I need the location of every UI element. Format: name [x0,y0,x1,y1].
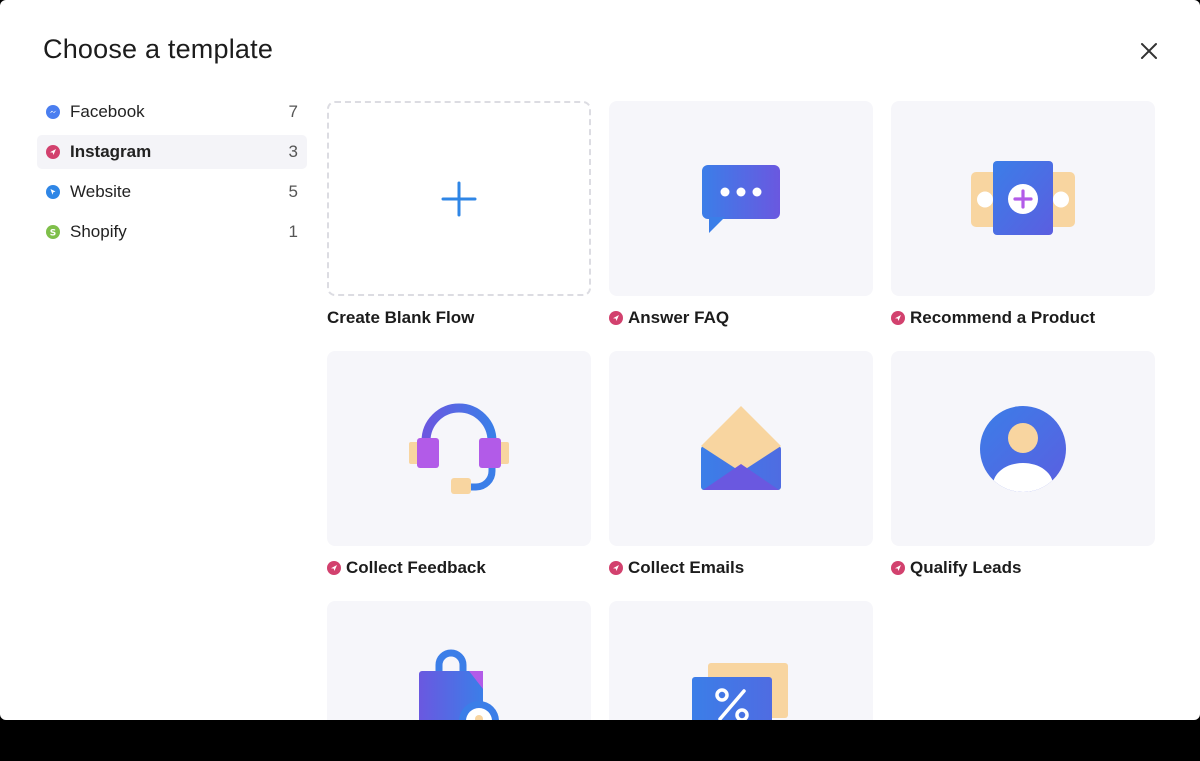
sidebar-item-count: 1 [288,222,298,241]
close-button[interactable] [1136,38,1162,64]
template-thumbnail [891,101,1155,296]
sidebar-item-shopify[interactable]: S Shopify 1 [37,215,307,249]
template-title: Qualify Leads [891,558,1021,578]
template-card-answer-faq[interactable]: Answer FAQ [609,101,873,327]
template-thumbnail [327,351,591,546]
sidebar-item-count: 7 [288,102,298,121]
template-title: Collect Feedback [327,558,486,578]
template-title: Collect Emails [609,558,744,578]
template-title: Recommend a Product [891,308,1095,328]
template-card-recommend-a-product[interactable]: Recommend a Product [891,101,1155,327]
plus-icon [441,181,477,216]
instagram-icon [609,561,623,575]
sidebar-item-website[interactable]: Website 5 [37,175,307,209]
envelope-icon [701,405,781,490]
instagram-icon [891,311,905,325]
template-card-discount[interactable] [609,601,873,720]
template-thumbnail [327,101,591,296]
sidebar-item-label: Facebook [70,102,145,121]
sidebar-item-count: 5 [288,182,298,201]
instagram-icon [327,561,341,575]
close-icon [1141,43,1157,59]
template-thumbnail [609,351,873,546]
instagram-icon [891,561,905,575]
shopping-bag-icon [419,649,499,720]
sidebar-item-instagram[interactable]: Instagram 3 [37,135,307,169]
headset-icon [409,403,509,494]
user-avatar-icon [980,405,1066,492]
template-card-shopping[interactable] [327,601,591,720]
instagram-icon [46,145,60,159]
template-thumbnail [891,351,1155,546]
sidebar-item-label: Website [70,182,132,201]
template-title: Answer FAQ [609,308,729,328]
template-thumbnail [609,101,873,296]
instagram-icon [609,311,623,325]
svg-text:S: S [50,228,56,238]
template-card-collect-feedback[interactable]: Collect Feedback [327,351,591,577]
shopify-icon: S [46,225,60,239]
template-title: Create Blank Flow [327,308,475,327]
chat-bubble-icon [702,164,780,233]
template-card-create-blank-flow[interactable]: Create Blank Flow [327,101,591,327]
template-thumbnail [327,601,591,720]
modal-title: Choose a template [43,34,274,64]
product-card-icon [971,160,1075,235]
sidebar-item-facebook[interactable]: Facebook 7 [37,95,307,129]
template-card-collect-emails[interactable]: Collect Emails [609,351,873,577]
channel-sidebar: Facebook 7 Instagram 3 Website 5 S Shopi… [37,95,307,255]
sidebar-item-label: Instagram [70,142,152,161]
template-card-qualify-leads[interactable]: Qualify Leads [891,351,1155,577]
cursor-icon [46,185,60,199]
template-thumbnail [609,601,873,720]
sidebar-item-label: Shopify [70,222,127,241]
discount-coupon-icon [692,663,788,720]
template-modal: Choose a template Facebook 7 Instagram 3 [0,0,1200,720]
messenger-icon [46,105,60,119]
sidebar-item-count: 3 [288,142,298,161]
